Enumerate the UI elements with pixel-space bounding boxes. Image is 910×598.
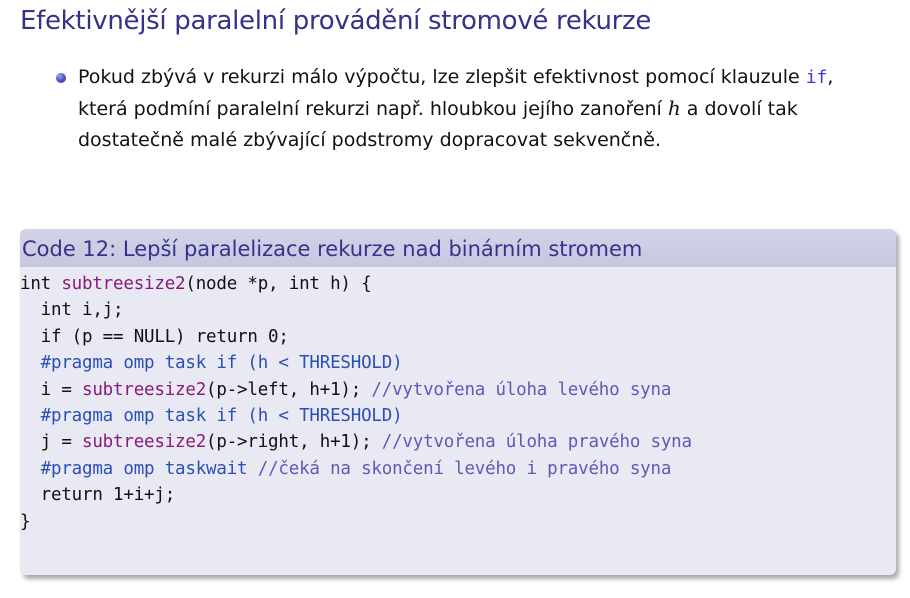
code-token: j = (20, 432, 83, 453)
code-line: i = subtreesize2(p->left, h+1); //vytvoř… (20, 377, 896, 403)
code-line: #pragma omp taskwait //čeká na skončení … (20, 456, 896, 482)
slide-title: Efektivnější paralelní provádění stromov… (20, 6, 652, 36)
math-variable-h: h (667, 96, 681, 120)
code-token: i = (20, 379, 83, 400)
bullet-text-part-1: Pokud zbývá v rekurzi málo výpočtu, lze … (78, 66, 806, 88)
code-function-name: subtreesize2 (82, 379, 207, 400)
inline-code-if: if (805, 67, 828, 88)
code-function-name: subtreesize2 (82, 432, 207, 453)
code-line: int subtreesize2(node *p, int h) { (20, 271, 896, 297)
code-comment: //vytvořena úloha levého syna (371, 379, 672, 400)
code-function-name: subtreesize2 (61, 274, 186, 294)
code-token: (node *p, int h) { (185, 274, 372, 294)
code-line: int i,j; (20, 297, 896, 323)
code-token: return 1+i+j; (20, 485, 176, 506)
code-token: int (20, 274, 62, 294)
code-line: j = subtreesize2(p->right, h+1); //vytvo… (20, 429, 896, 455)
code-token: (p->left, h+1); (206, 379, 372, 400)
code-comment: //čeká na skončení levého i pravého syna (257, 458, 672, 479)
code-caption: Code 12: Lepší paralelizace rekurze nad … (20, 229, 896, 267)
code-listing: int subtreesize2(node *p, int h) { int i… (20, 271, 896, 535)
bullet-list: Pokud zbývá v rekurzi málo výpočtu, lze … (50, 62, 840, 156)
bullet-dot-icon (56, 73, 66, 83)
code-token: int i,j; (20, 300, 124, 321)
bullet-item: Pokud zbývá v rekurzi málo výpočtu, lze … (50, 62, 840, 156)
code-block: Code 12: Lepší paralelizace rekurze nad … (20, 229, 896, 575)
code-preprocessor: #pragma omp task if (h < THRESHOLD) (20, 353, 403, 374)
code-token: } (20, 511, 31, 532)
code-line: #pragma omp task if (h < THRESHOLD) (20, 403, 896, 429)
code-line: } (20, 509, 896, 535)
code-line: #pragma omp task if (h < THRESHOLD) (20, 350, 896, 376)
code-line: return 1+i+j; (20, 482, 896, 508)
code-token: (p->right, h+1); (206, 432, 382, 453)
code-preprocessor: #pragma omp taskwait (20, 458, 258, 479)
code-preprocessor: #pragma omp task if (h < THRESHOLD) (20, 405, 403, 426)
code-token: if (p == NULL) return 0; (20, 326, 289, 347)
code-line: if (p == NULL) return 0; (20, 324, 896, 350)
code-comment: //vytvořena úloha pravého syna (381, 432, 692, 453)
